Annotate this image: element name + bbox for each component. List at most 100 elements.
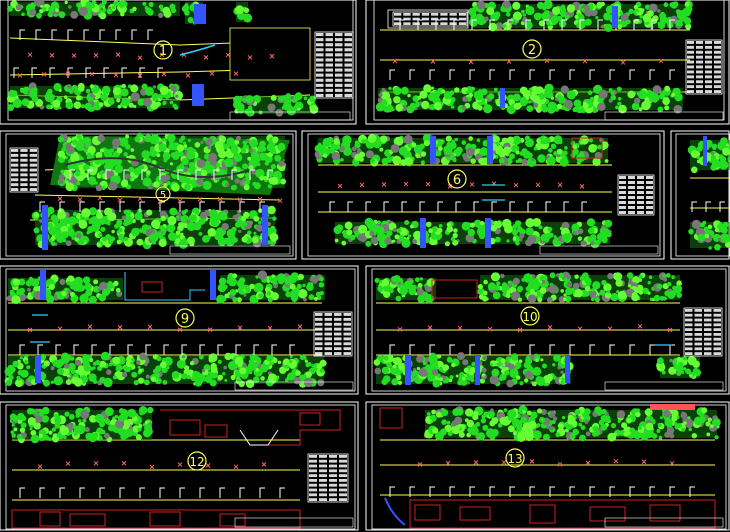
tree-mark: [99, 148, 105, 153]
tree-mark: [396, 228, 402, 234]
table-cell: [705, 85, 712, 89]
tree-mark: [305, 371, 312, 378]
table-cell: [324, 317, 332, 321]
table-cell: [335, 78, 343, 82]
tree-mark: [466, 432, 472, 438]
tree-mark: [110, 288, 114, 292]
tree-mark: [241, 236, 248, 243]
tree-mark: [377, 285, 384, 292]
tree-mark: [525, 218, 535, 228]
tree-mark: [210, 365, 218, 373]
tree-mark: [550, 143, 557, 149]
tree-mark: [490, 272, 501, 282]
tree-mark: [610, 94, 617, 101]
tree-mark: [438, 377, 443, 382]
table-cell: [628, 176, 635, 179]
tree-mark: [499, 157, 505, 164]
tree-mark: [164, 152, 170, 158]
table-cell: [29, 168, 37, 172]
tree-mark: [688, 427, 693, 432]
tree-mark: [285, 291, 292, 298]
table-cell: [694, 333, 702, 336]
tree-mark: [560, 7, 567, 13]
tree-mark: [131, 177, 135, 181]
tree-mark: [590, 96, 594, 101]
tree-mark: [175, 230, 181, 236]
tree-mark: [404, 220, 410, 225]
table-cell: [704, 318, 712, 322]
table-cell: [324, 322, 332, 326]
tree-mark: [103, 377, 113, 388]
table-cell: [329, 464, 337, 468]
crossing-marker: [565, 355, 570, 383]
tree-mark: [119, 409, 123, 414]
tree-mark: [722, 147, 730, 156]
tree-mark: [547, 227, 553, 232]
tree-mark: [272, 216, 277, 221]
tree-mark: [102, 236, 107, 242]
tree-mark: [75, 372, 79, 376]
table-cell: [619, 206, 626, 209]
tree-mark: [319, 276, 324, 282]
tree-mark: [588, 144, 597, 153]
table-cell: [705, 75, 712, 79]
tree-mark: [691, 433, 697, 439]
table-cell: [20, 158, 28, 162]
tree-mark: [421, 100, 430, 110]
tree-mark: [480, 418, 486, 424]
tree-mark: [560, 380, 565, 385]
tree-mark: [188, 214, 197, 223]
tree-mark: [189, 361, 195, 366]
table-cell: [704, 333, 712, 336]
tree-mark: [697, 234, 706, 242]
tree-mark: [553, 135, 563, 145]
tree-mark: [76, 181, 81, 186]
tree-mark: [217, 359, 222, 364]
tree-mark: [176, 215, 180, 219]
tree-mark: [188, 165, 197, 174]
table-cell: [335, 33, 343, 37]
tree-mark: [572, 282, 580, 290]
table-cell: [309, 488, 317, 492]
tree-mark: [474, 91, 484, 101]
tree-mark: [562, 233, 571, 243]
tree-mark: [462, 376, 466, 381]
tree-mark: [517, 297, 523, 302]
tree-mark: [63, 169, 73, 179]
table-cell: [694, 352, 702, 355]
tree-mark: [100, 226, 106, 232]
tree-mark: [537, 1, 545, 10]
tree-mark: [617, 101, 622, 106]
tree-mark: [176, 144, 185, 152]
tree-mark: [601, 236, 608, 243]
tree-mark: [295, 370, 301, 376]
tree-mark: [152, 160, 156, 164]
table-cell: [344, 63, 352, 67]
sheet-number: 6: [453, 173, 461, 188]
tree-mark: [707, 417, 713, 422]
table-cell: [316, 53, 324, 57]
tree-mark: [379, 147, 384, 152]
tree-mark: [528, 100, 532, 104]
tree-mark: [520, 416, 528, 424]
tree-mark: [582, 101, 587, 106]
tree-mark: [273, 283, 278, 289]
table-cell: [339, 493, 347, 497]
tree-mark: [130, 361, 134, 365]
tree-mark: [155, 365, 162, 372]
tree-mark: [572, 108, 577, 112]
table-cell: [319, 479, 327, 482]
tree-mark: [94, 413, 105, 424]
tree-mark: [296, 283, 302, 289]
table-cell: [704, 342, 712, 346]
table-cell: [713, 328, 721, 331]
tree-mark: [617, 97, 622, 101]
table-cell: [412, 13, 420, 16]
tree-mark: [90, 84, 94, 89]
tree-mark: [671, 92, 676, 97]
tree-mark: [365, 150, 374, 159]
table-cell: [403, 13, 411, 16]
table-cell: [619, 176, 626, 179]
tree-mark: [519, 233, 525, 239]
tree-mark: [601, 408, 607, 415]
